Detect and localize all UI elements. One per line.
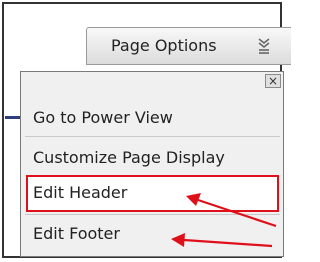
menu-item-edit-header[interactable]: Edit Header [33,183,127,202]
menu-divider [25,214,280,215]
menu-item-customize-page-display[interactable]: Customize Page Display [33,148,225,167]
menu-item-edit-footer[interactable]: Edit Footer [33,224,120,243]
menu-divider [25,136,280,137]
page-options-label[interactable]: Page Options [111,36,217,55]
chevron-list-icon[interactable] [257,37,271,55]
menu-item-power-view[interactable]: Go to Power View [33,108,173,127]
close-icon[interactable]: × [265,74,281,88]
